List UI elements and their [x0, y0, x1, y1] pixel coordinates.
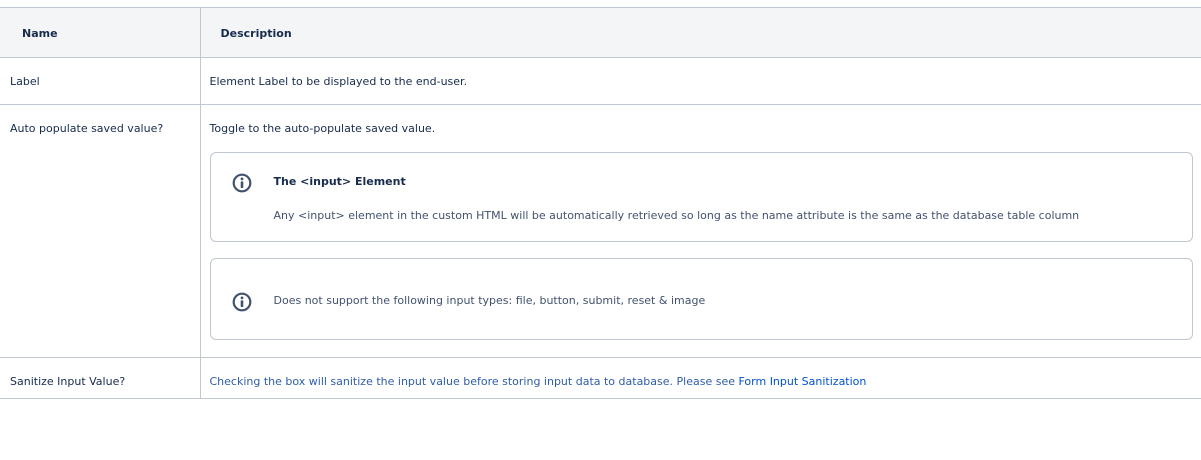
row-description-cell: Toggle to the auto-populate saved value.…: [199, 104, 1201, 358]
table-row: Label Element Label to be displayed to t…: [0, 57, 1201, 105]
info-panel: Does not support the following input typ…: [209, 258, 1193, 340]
row-description-text: Checking the box will sanitize the input…: [209, 375, 735, 388]
row-name-cell: Sanitize Input Value?: [0, 357, 201, 399]
info-panel-title: The <input> Element: [273, 175, 406, 188]
column-header-name: Name: [0, 7, 201, 58]
info-panel-body: Does not support the following input typ…: [273, 294, 706, 307]
row-description-cell: Checking the box will sanitize the input…: [199, 357, 1201, 399]
info-circle-icon: [232, 173, 251, 193]
table-row: Auto populate saved value? Toggle to the…: [0, 104, 1201, 358]
info-circle-icon: [232, 292, 251, 312]
page: Name Description Label Element Label to …: [0, 0, 1201, 460]
row-name-cell: Label: [0, 57, 201, 105]
parameters-table: Name Description Label Element Label to …: [0, 7, 1201, 399]
info-panel-body: Any <input> element in the custom HTML w…: [273, 209, 1080, 222]
column-header-description: Description: [199, 7, 1201, 58]
table-header-row: Name Description: [0, 7, 1201, 58]
row-description-cell: Element Label to be displayed to the end…: [199, 57, 1201, 105]
info-panel: The <input> Element Any <input> element …: [209, 152, 1193, 242]
form-input-sanitization-link[interactable]: Form Input Sanitization: [738, 375, 866, 388]
table-row: Sanitize Input Value? Checking the box w…: [0, 357, 1201, 399]
row-name-cell: Auto populate saved value?: [0, 104, 201, 358]
